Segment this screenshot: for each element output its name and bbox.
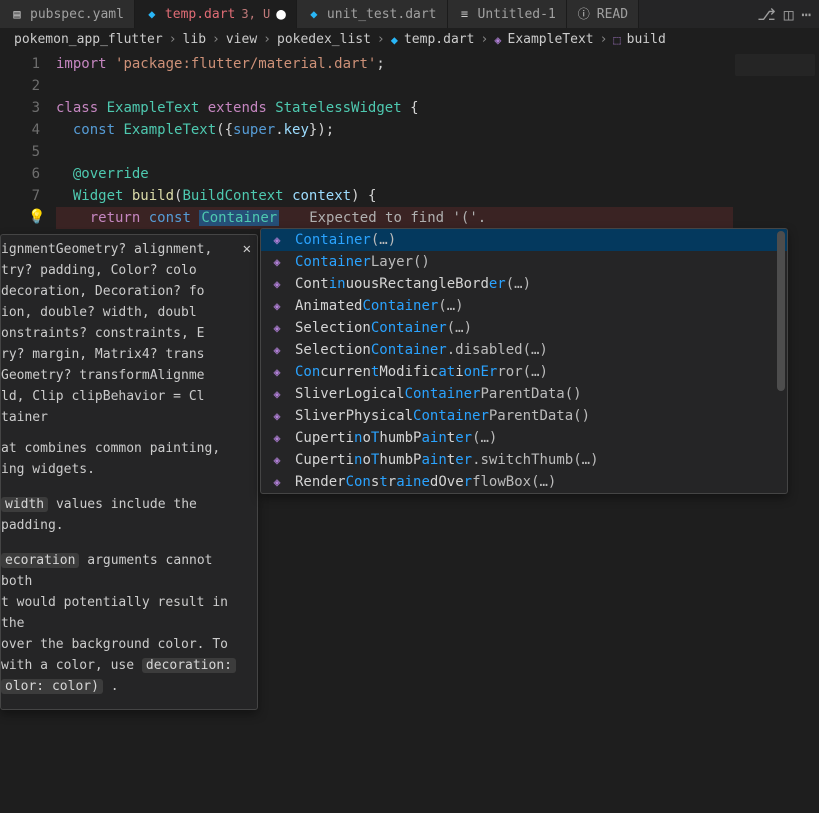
code-content[interactable]: 💡 import 'package:flutter/material.dart'… xyxy=(56,53,819,229)
autocomplete-item[interactable]: ◈ ContainerLayer() xyxy=(261,251,787,273)
class-symbol-icon: ◈ xyxy=(269,408,285,424)
line-number-gutter: 1 2 3 4 5 6 7 8 xyxy=(0,53,56,229)
crumb[interactable]: view xyxy=(226,32,257,47)
dart-icon: ◆ xyxy=(145,7,159,21)
autocomplete-item[interactable]: ◈ ConcurrentModificationError(…) xyxy=(261,361,787,383)
tab-label: READ xyxy=(597,7,628,22)
doc-paragraph: width values include the padding. xyxy=(1,494,257,536)
signature-text: ignmentGeometry? alignment, try? padding… xyxy=(1,239,257,428)
crumb[interactable]: pokemon_app_flutter xyxy=(14,32,163,47)
doc-paragraph: ecoration arguments cannot both t would … xyxy=(1,550,257,697)
autocomplete-popup[interactable]: ◈ Container(…) ◈ ContainerLayer() ◈ Cont… xyxy=(260,228,788,494)
chevron-right-icon: › xyxy=(377,32,385,47)
class-symbol-icon: ◈ xyxy=(269,298,285,314)
current-token: Container xyxy=(199,210,279,226)
autocomplete-item[interactable]: ◈ RenderConstrainedOverflowBox(…) xyxy=(261,471,787,493)
method-symbol-icon: ⬚ xyxy=(613,33,620,47)
class-symbol-icon: ◈ xyxy=(494,33,501,47)
tab-label: Untitled-1 xyxy=(478,7,556,22)
chevron-right-icon: › xyxy=(600,32,608,47)
tab-readme[interactable]: ⓘ READ xyxy=(567,0,639,28)
chevron-right-icon: › xyxy=(263,32,271,47)
autocomplete-item[interactable]: ◈ ContinuousRectangleBorder(…) xyxy=(261,273,787,295)
crumb[interactable]: build xyxy=(627,32,666,47)
more-icon[interactable]: ⋯ xyxy=(801,5,811,24)
class-symbol-icon: ◈ xyxy=(269,364,285,380)
inline-error-hint: Expected to find '('. xyxy=(309,210,486,226)
autocomplete-item[interactable]: ◈ Container(…) xyxy=(261,229,787,251)
close-icon[interactable]: ✕ xyxy=(243,239,251,260)
class-symbol-icon: ◈ xyxy=(269,254,285,270)
class-symbol-icon: ◈ xyxy=(269,386,285,402)
lightbulb-icon[interactable]: 💡 xyxy=(28,209,45,225)
tab-label: temp.dart xyxy=(165,7,235,22)
class-symbol-icon: ◈ xyxy=(269,342,285,358)
editor-tabs: ▤ pubspec.yaml ◆ temp.dart 3, U ● ◆ unit… xyxy=(0,0,819,28)
doc-paragraph: at combines common painting, ing widgets… xyxy=(1,438,257,480)
file-icon: ≡ xyxy=(458,7,472,21)
dart-icon: ◆ xyxy=(391,33,398,47)
chevron-right-icon: › xyxy=(212,32,220,47)
class-symbol-icon: ◈ xyxy=(269,276,285,292)
tab-untitled[interactable]: ≡ Untitled-1 xyxy=(448,0,567,28)
tab-label: unit_test.dart xyxy=(327,7,437,22)
class-symbol-icon: ◈ xyxy=(269,232,285,248)
chevron-right-icon: › xyxy=(480,32,488,47)
class-symbol-icon: ◈ xyxy=(269,320,285,336)
info-icon: ⓘ xyxy=(577,7,591,21)
file-icon: ▤ xyxy=(10,7,24,21)
scrollbar[interactable] xyxy=(777,231,785,391)
dart-icon: ◆ xyxy=(307,7,321,21)
tab-git-badge: 3, U xyxy=(241,7,270,21)
tab-label: pubspec.yaml xyxy=(30,7,124,22)
class-symbol-icon: ◈ xyxy=(269,430,285,446)
class-symbol-icon: ◈ xyxy=(269,474,285,490)
parameter-hint-panel: ✕ ignmentGeometry? alignment, try? paddi… xyxy=(0,234,258,710)
crumb[interactable]: temp.dart xyxy=(404,32,474,47)
class-symbol-icon: ◈ xyxy=(269,452,285,468)
split-editor-icon[interactable]: ◫ xyxy=(784,5,794,24)
source-control-icon[interactable]: ⎇ xyxy=(757,5,775,24)
chevron-right-icon: › xyxy=(169,32,177,47)
tab-unit-test[interactable]: ◆ unit_test.dart xyxy=(297,0,448,28)
autocomplete-item[interactable]: ◈ AnimatedContainer(…) xyxy=(261,295,787,317)
crumb[interactable]: pokedex_list xyxy=(277,32,371,47)
autocomplete-item[interactable]: ◈ SelectionContainer(…) xyxy=(261,317,787,339)
code-editor[interactable]: 1 2 3 4 5 6 7 8 💡 import 'package:flutte… xyxy=(0,51,819,229)
dirty-dot-icon: ● xyxy=(276,6,286,22)
tab-pubspec[interactable]: ▤ pubspec.yaml xyxy=(0,0,135,28)
autocomplete-item[interactable]: ◈ SliverLogicalContainerParentData() xyxy=(261,383,787,405)
crumb[interactable]: ExampleText xyxy=(508,32,594,47)
autocomplete-item[interactable]: ◈ SliverPhysicalContainerParentData() xyxy=(261,405,787,427)
autocomplete-item[interactable]: ◈ CupertinoThumbPainter.switchThumb(…) xyxy=(261,449,787,471)
tab-temp-dart[interactable]: ◆ temp.dart 3, U ● xyxy=(135,0,297,28)
crumb[interactable]: lib xyxy=(183,32,206,47)
autocomplete-item[interactable]: ◈ CupertinoThumbPainter(…) xyxy=(261,427,787,449)
editor-title-actions: ⎇ ◫ ⋯ xyxy=(749,0,819,28)
breadcrumb[interactable]: pokemon_app_flutter › lib › view › poked… xyxy=(0,28,819,51)
autocomplete-item[interactable]: ◈ SelectionContainer.disabled(…) xyxy=(261,339,787,361)
